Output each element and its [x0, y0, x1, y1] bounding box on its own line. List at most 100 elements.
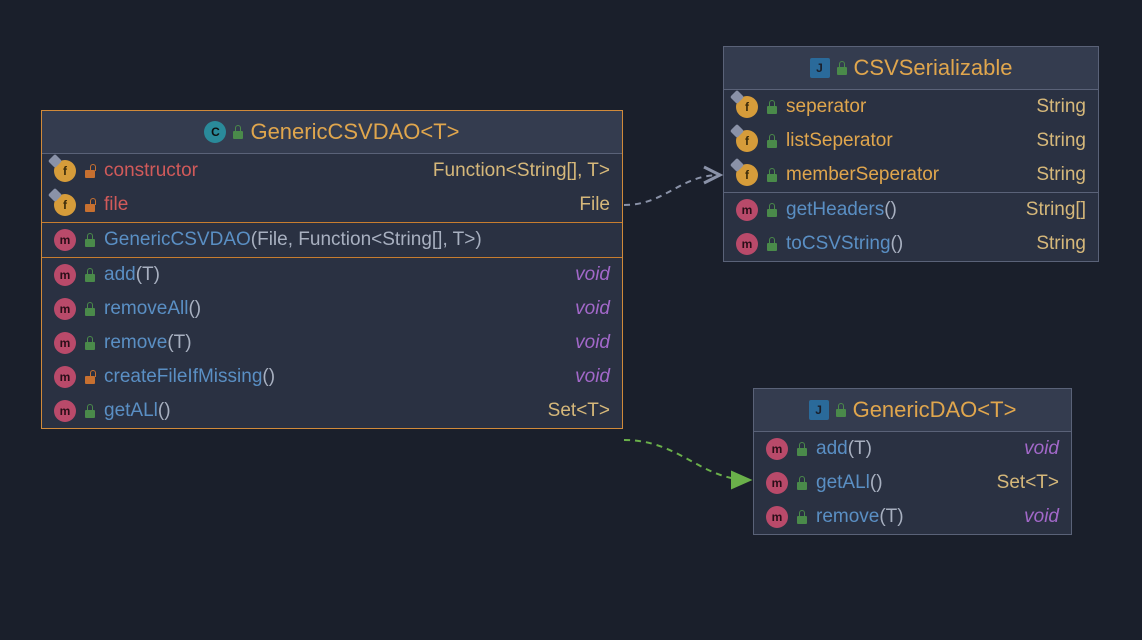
field-icon: f: [736, 130, 758, 152]
class-title: GenericCSVDAO<T>: [250, 119, 459, 145]
interface-icon: J: [809, 400, 829, 420]
method-icon: m: [54, 264, 76, 286]
lock-icon: [84, 164, 96, 178]
class-header: J CSVSerializable: [724, 47, 1098, 90]
field-row: f memberSeperator String: [724, 158, 1098, 192]
method-params: (): [188, 298, 201, 319]
field-row: f listSeperator String: [724, 124, 1098, 158]
method-params: (): [884, 199, 897, 220]
constructor-row: m GenericCSVDAO(File, Function<String[],…: [42, 222, 622, 257]
method-icon: m: [766, 438, 788, 460]
lock-icon: [796, 442, 808, 456]
method-row: m removeAll() void: [42, 292, 622, 326]
field-type: String: [1036, 130, 1086, 152]
method-row: m remove(T) void: [754, 500, 1071, 534]
lock-icon: [84, 370, 96, 384]
method-ret: void: [575, 366, 610, 388]
method-name: remove: [816, 506, 879, 527]
class-genericdao: J GenericDAO<T> m add(T) void m getALl()…: [753, 388, 1072, 535]
lock-icon: [835, 403, 847, 417]
ctor-params: (File, Function<String[], T>): [251, 229, 482, 250]
class-header: C GenericCSVDAO<T>: [42, 111, 622, 154]
field-icon: f: [54, 160, 76, 182]
method-params: (T): [167, 332, 191, 353]
lock-icon: [84, 302, 96, 316]
dependency-arrow: [624, 175, 720, 205]
method-ret: Set<T>: [548, 400, 610, 422]
method-name: toCSVString: [786, 233, 891, 254]
lock-icon: [84, 404, 96, 418]
method-icon: m: [54, 298, 76, 320]
method-icon: m: [54, 332, 76, 354]
lock-icon: [84, 336, 96, 350]
method-name: add: [816, 438, 848, 459]
field-type: Function<String[], T>: [433, 160, 610, 182]
ctor-name: GenericCSVDAO: [104, 229, 251, 250]
implements-arrow: [624, 440, 750, 480]
method-icon: m: [54, 366, 76, 388]
method-ret: String: [1036, 233, 1086, 255]
method-params: (T): [848, 438, 872, 459]
class-title: GenericDAO<T>: [853, 397, 1017, 423]
lock-icon: [766, 100, 778, 114]
field-icon: f: [736, 96, 758, 118]
field-row: f constructor Function<String[], T>: [42, 154, 622, 188]
method-params: (): [262, 366, 275, 387]
method-icon: m: [766, 506, 788, 528]
field-name: seperator: [786, 96, 866, 118]
method-ret: void: [575, 264, 610, 286]
lock-icon: [796, 476, 808, 490]
method-ret: void: [1024, 438, 1059, 460]
interface-icon: J: [810, 58, 830, 78]
field-row: f file File: [42, 188, 622, 222]
field-name: constructor: [104, 160, 198, 182]
lock-icon: [836, 61, 848, 75]
lock-icon: [766, 203, 778, 217]
method-icon: m: [54, 400, 76, 422]
field-icon: f: [54, 194, 76, 216]
method-icon: m: [54, 229, 76, 251]
field-name: memberSeperator: [786, 164, 939, 186]
field-name: file: [104, 194, 128, 216]
field-row: f seperator String: [724, 90, 1098, 124]
method-ret: void: [575, 332, 610, 354]
method-row: m add(T) void: [42, 257, 622, 292]
method-icon: m: [736, 233, 758, 255]
field-type: File: [579, 194, 610, 216]
method-row: m getALl() Set<T>: [754, 466, 1071, 500]
method-row: m add(T) void: [754, 432, 1071, 466]
method-ret: Set<T>: [997, 472, 1059, 494]
lock-icon: [766, 168, 778, 182]
method-row: m getHeaders() String[]: [724, 192, 1098, 227]
method-params: (): [891, 233, 904, 254]
method-ret: void: [1024, 506, 1059, 528]
method-icon: m: [766, 472, 788, 494]
field-name: listSeperator: [786, 130, 893, 152]
method-name: getHeaders: [786, 199, 884, 220]
method-row: m toCSVString() String: [724, 227, 1098, 261]
method-name: getALl: [104, 400, 158, 421]
field-type: String: [1036, 96, 1086, 118]
class-title: CSVSerializable: [854, 55, 1013, 81]
lock-icon: [84, 233, 96, 247]
method-row: m getALl() Set<T>: [42, 394, 622, 428]
class-genericcsvdao: C GenericCSVDAO<T> f constructor Functio…: [41, 110, 623, 429]
method-params: (T): [136, 264, 160, 285]
method-row: m createFileIfMissing() void: [42, 360, 622, 394]
lock-icon: [84, 198, 96, 212]
method-row: m remove(T) void: [42, 326, 622, 360]
method-ret: String[]: [1026, 199, 1086, 221]
lock-icon: [232, 125, 244, 139]
class-csvserializable: J CSVSerializable f seperator String f l…: [723, 46, 1099, 262]
lock-icon: [766, 237, 778, 251]
lock-icon: [796, 510, 808, 524]
method-params: (): [870, 472, 883, 493]
method-params: (): [158, 400, 171, 421]
class-header: J GenericDAO<T>: [754, 389, 1071, 432]
class-icon: C: [204, 121, 226, 143]
method-name: removeAll: [104, 298, 188, 319]
field-type: String: [1036, 164, 1086, 186]
method-name: remove: [104, 332, 167, 353]
method-name: getALl: [816, 472, 870, 493]
method-name: add: [104, 264, 136, 285]
